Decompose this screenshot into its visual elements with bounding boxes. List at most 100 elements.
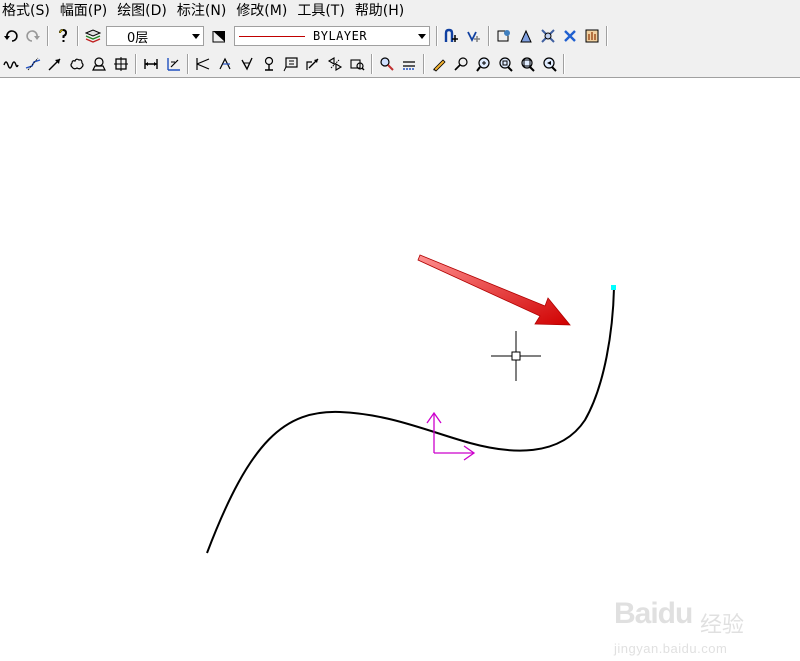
center-mark-button[interactable]	[110, 53, 132, 75]
balloon-icon	[327, 56, 343, 71]
dimension-edit-button[interactable]	[346, 53, 368, 75]
tolerance-button[interactable]	[280, 53, 302, 75]
layer-manager-button[interactable]	[82, 25, 104, 47]
chevron-down-icon[interactable]	[189, 27, 203, 45]
toolbar-separator	[606, 26, 608, 46]
undo-button[interactable]	[0, 25, 22, 47]
pan-button[interactable]	[581, 25, 603, 47]
delete-icon	[564, 30, 576, 42]
balloon-button[interactable]	[324, 53, 346, 75]
zoom-realtime-icon	[454, 56, 468, 71]
chevron-down-icon[interactable]	[415, 27, 429, 45]
linear-dimension-icon	[144, 58, 158, 69]
magnet-snap-icon	[444, 28, 458, 42]
properties-icon	[497, 30, 510, 42]
spline-curve[interactable]	[206, 287, 615, 554]
pencil-button[interactable]	[428, 53, 450, 75]
menu-format[interactable]: 格式(S)	[2, 0, 50, 22]
toolbar-separator	[47, 26, 49, 46]
menu-help[interactable]: 帮助(H)	[355, 0, 404, 22]
redo-button[interactable]	[22, 25, 44, 47]
snap-settings-icon	[467, 31, 480, 43]
surface-roughness-button[interactable]	[236, 53, 258, 75]
linetype-button[interactable]	[208, 25, 230, 47]
menu-modify[interactable]: 修改(M)	[236, 0, 287, 22]
datum-symbol-button[interactable]	[258, 53, 280, 75]
wave-line-button[interactable]	[0, 53, 22, 75]
angle-dimension-button[interactable]	[192, 53, 214, 75]
delete-button[interactable]	[559, 25, 581, 47]
draw-toolbar	[0, 50, 800, 78]
linetype-preview-line	[239, 35, 305, 37]
coordinate-dimension-icon	[167, 57, 180, 71]
wave-line-icon	[3, 60, 19, 69]
break-line-icon	[25, 57, 41, 70]
hatch-edit-icon	[541, 29, 555, 43]
leader-button[interactable]	[302, 53, 324, 75]
sheet-button[interactable]	[88, 53, 110, 75]
linetype-dropdown[interactable]: BYLAYER	[234, 26, 430, 46]
coordinate-dimension-button[interactable]	[162, 53, 184, 75]
toolbar-separator	[135, 53, 137, 74]
break-line-button[interactable]	[22, 53, 44, 75]
linear-dimension-button[interactable]	[140, 53, 162, 75]
weld-symbol-icon	[219, 57, 231, 69]
datum-symbol-icon	[264, 56, 274, 71]
menu-dimension[interactable]: 标注(N)	[177, 0, 226, 22]
cloud-line-button[interactable]	[66, 53, 88, 75]
sheet-icon	[92, 56, 106, 71]
zoom-window-button[interactable]	[494, 53, 516, 75]
zoom-previous-button[interactable]	[538, 53, 560, 75]
watermark-brand: Baidu	[614, 597, 693, 630]
weld-symbol-button[interactable]	[214, 53, 236, 75]
zoom-in-button[interactable]	[472, 53, 494, 75]
toolbar-separator	[563, 53, 565, 74]
toolbar-separator	[371, 53, 373, 74]
arrow-line-icon	[48, 58, 61, 70]
properties-button[interactable]	[493, 25, 515, 47]
layer-dropdown[interactable]: 0层	[106, 26, 204, 46]
layers-icon	[85, 29, 101, 43]
toolbar-separator	[436, 26, 438, 46]
menu-tools[interactable]: 工具(T)	[297, 0, 344, 22]
drawing-svg	[206, 254, 616, 554]
redo-icon	[26, 30, 40, 42]
menu-layout[interactable]: 幅面(P)	[60, 0, 107, 22]
hatch-edit-button[interactable]	[537, 25, 559, 47]
spline-end-grip[interactable]	[611, 285, 616, 290]
drawing-canvas[interactable]: Baidu 经验 jingyan.baidu.com	[0, 79, 800, 656]
text-style-button[interactable]	[398, 53, 420, 75]
toolbar-separator	[488, 26, 490, 46]
match-properties-button[interactable]	[515, 25, 537, 47]
snap-button[interactable]	[441, 25, 463, 47]
crosshair-cursor	[491, 331, 541, 381]
pencil-icon	[433, 58, 446, 72]
zoom-in-icon	[476, 56, 490, 72]
zoom-all-button[interactable]	[516, 53, 538, 75]
menu-bar: 格式(S) 幅面(P) 绘图(D) 标注(N) 修改(M) 工具(T) 帮助(H…	[0, 0, 800, 22]
center-mark-icon	[114, 56, 128, 71]
realtime-zoom-button[interactable]	[450, 53, 472, 75]
zoom-window-icon	[499, 56, 513, 72]
zoom-all-icon	[521, 56, 535, 72]
find-replace-icon	[380, 56, 394, 71]
help-button[interactable]	[52, 25, 74, 47]
snap-settings-button[interactable]	[463, 25, 485, 47]
watermark-url: jingyan.baidu.com	[614, 641, 728, 656]
layer-value: 0层	[127, 30, 149, 46]
dimension-edit-icon	[350, 58, 365, 71]
layer-color-swatch	[107, 27, 125, 45]
find-replace-button[interactable]	[376, 53, 398, 75]
help-query-icon	[59, 28, 68, 42]
baidu-jingyan-watermark: Baidu 经验 jingyan.baidu.com	[612, 591, 772, 661]
undo-icon	[4, 30, 18, 42]
menu-draw[interactable]: 绘图(D)	[117, 0, 167, 22]
tolerance-frame-icon	[283, 56, 298, 71]
toolbar-separator	[187, 53, 189, 74]
standard-toolbar: 0层 BYLAYER	[0, 22, 800, 50]
toolbar-separator	[423, 53, 425, 74]
leader-icon	[306, 58, 319, 70]
hand-pan-icon	[585, 29, 599, 43]
match-properties-icon	[520, 29, 532, 43]
arrow-line-button[interactable]	[44, 53, 66, 75]
